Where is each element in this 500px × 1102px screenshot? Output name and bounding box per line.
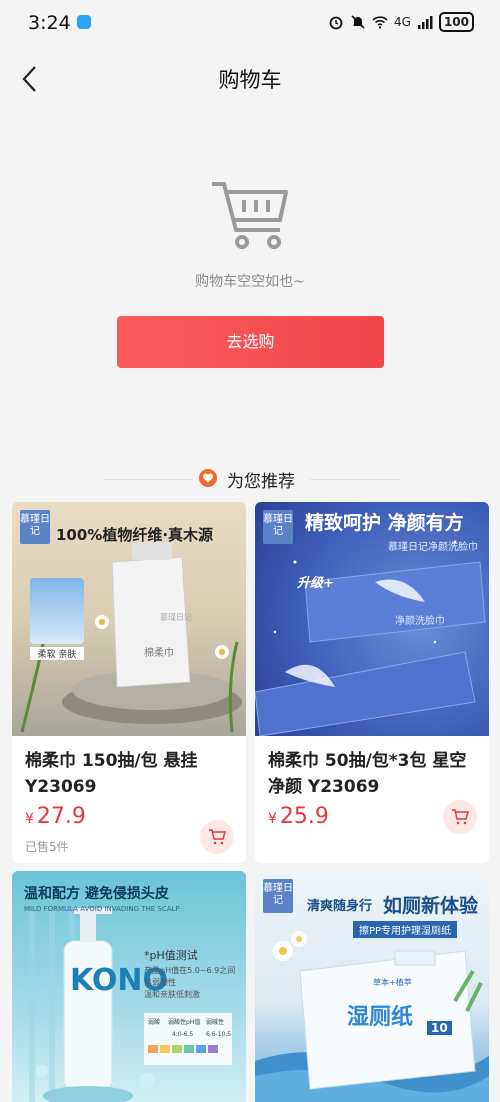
- cart-icon: [209, 829, 226, 845]
- product-image: 慕瑾日记 清爽随身行 如厕新体验 擦PP专用护理湿厕纸 草本+植萃 湿厕纸 10: [255, 871, 489, 1102]
- tag-image: 柔软 亲肤: [30, 578, 84, 660]
- recommend-title: 为您推荐: [227, 472, 295, 492]
- image-headline: 100%植物纤维·真木源: [56, 526, 214, 544]
- product-card[interactable]: 慕瑾日记 100%植物纤维·真木源 柔软 亲肤 棉柔巾 慕瑾日记 棉柔巾 150…: [12, 502, 246, 863]
- ph-table-cell: 弱酸: [148, 1019, 161, 1026]
- page-title: 购物车: [218, 68, 282, 92]
- product-image: 慕瑾日记 100%植物纤维·真木源 柔软 亲肤 棉柔巾 慕瑾日记: [12, 502, 246, 736]
- ph-table-cell: 弱碱性: [206, 1019, 225, 1026]
- brand-logo: 慕瑾日记: [263, 510, 293, 544]
- shopping-cart-icon: [212, 182, 288, 249]
- status-bar: 3:24 4G 100: [0, 0, 500, 50]
- pack-count: 10: [427, 1021, 452, 1035]
- heart-icon: [199, 469, 217, 487]
- ph-table-cell: 弱酸性pH值: [168, 1019, 201, 1026]
- image-subline: MILD FORMULA AVOID INVADING THE SCALP: [24, 905, 180, 913]
- alarm-icon: [329, 16, 343, 30]
- status-time: 3:24: [28, 12, 71, 34]
- divider-left: [103, 479, 193, 480]
- status-icons: 4G 100: [328, 12, 474, 32]
- pack-small: 草本+植萃: [373, 978, 412, 987]
- image-headline-a: 清爽随身行: [307, 899, 373, 914]
- cart-icon: [452, 809, 469, 825]
- product-image: 温和配方 避免侵损头皮 MILD FORMULA AVOID INVADING …: [12, 871, 246, 1102]
- price-value: 27.9: [36, 804, 86, 829]
- image-subline: 慕瑾日记净颜洗脸巾: [388, 542, 478, 553]
- price-currency: ¥: [268, 811, 277, 827]
- brand-logo: 慕瑾日记: [20, 510, 50, 544]
- product-card[interactable]: 温和配方 避免侵损头皮 MILD FORMULA AVOID INVADING …: [12, 871, 246, 1102]
- ph-table-cell: 4.0-6.5: [172, 1031, 194, 1038]
- ph-table-cell: 6.6-10.5: [206, 1031, 232, 1038]
- add-to-cart-button[interactable]: [200, 820, 234, 854]
- network-type: 4G: [394, 15, 411, 29]
- signal-icon: [417, 16, 433, 29]
- product-price: ¥27.9: [25, 804, 86, 829]
- sold-count: 已售5件: [25, 840, 69, 854]
- pack-label: 净颜洗脸巾: [395, 616, 445, 627]
- product-name[interactable]: 棉柔巾 50抽/包*3包 星空净颜 Y23069: [268, 748, 478, 800]
- battery-indicator: 100: [438, 12, 474, 32]
- ph-title: *pH值测试: [144, 949, 198, 962]
- ph-line: 呈弱酸性: [144, 978, 176, 987]
- ph-line: 温和亲肤低刺激: [144, 990, 200, 999]
- go-shopping-button[interactable]: 去选购: [117, 316, 384, 368]
- brand-logo: 慕瑾日记: [263, 879, 293, 913]
- nav-bar: 购物车: [0, 50, 500, 108]
- pack-note: 慕瑾日记: [160, 613, 192, 622]
- ph-line: 产品pH值在5.0~6.9之间: [144, 966, 236, 975]
- message-app-icon: [77, 15, 91, 29]
- product-card[interactable]: 慕瑾日记 精致呵护 净颜有方 慕瑾日记净颜洗脸巾 升级+ 净颜洗脸巾 棉柔巾 5…: [255, 502, 489, 863]
- image-headline-b: 如厕新体验: [383, 895, 479, 917]
- image-headline: 精致呵护 净颜有方: [305, 512, 464, 534]
- price-value: 25.9: [279, 804, 329, 829]
- empty-cart-message: 购物车空空如也~: [195, 274, 305, 290]
- mute-icon: [351, 15, 365, 29]
- image-subline: 擦PP专用护理湿厕纸: [353, 921, 458, 938]
- product-image: 慕瑾日记 精致呵护 净颜有方 慕瑾日记净颜洗脸巾 升级+ 净颜洗脸巾: [255, 502, 489, 736]
- tag-label: 柔软 亲肤: [30, 647, 84, 660]
- product-card[interactable]: 慕瑾日记 清爽随身行 如厕新体验 擦PP专用护理湿厕纸 草本+植萃 湿厕纸 10: [255, 871, 489, 1102]
- recommend-header: 为您推荐: [0, 462, 500, 494]
- wifi-icon: [372, 16, 388, 29]
- empty-cart-section: 购物车空空如也~ 去选购: [0, 108, 500, 458]
- upgrade-badge: 升级+: [297, 576, 334, 591]
- product-name[interactable]: 棉柔巾 150抽/包 悬挂Y23069: [25, 748, 235, 800]
- divider-right: [310, 479, 400, 480]
- product-price: ¥25.9: [268, 804, 329, 829]
- price-currency: ¥: [25, 811, 34, 827]
- image-headline: 温和配方 避免侵损头皮: [24, 886, 169, 902]
- add-to-cart-button[interactable]: [443, 800, 477, 834]
- pack-label: 棉柔巾: [144, 648, 174, 659]
- pack-label: 湿厕纸: [347, 1005, 414, 1030]
